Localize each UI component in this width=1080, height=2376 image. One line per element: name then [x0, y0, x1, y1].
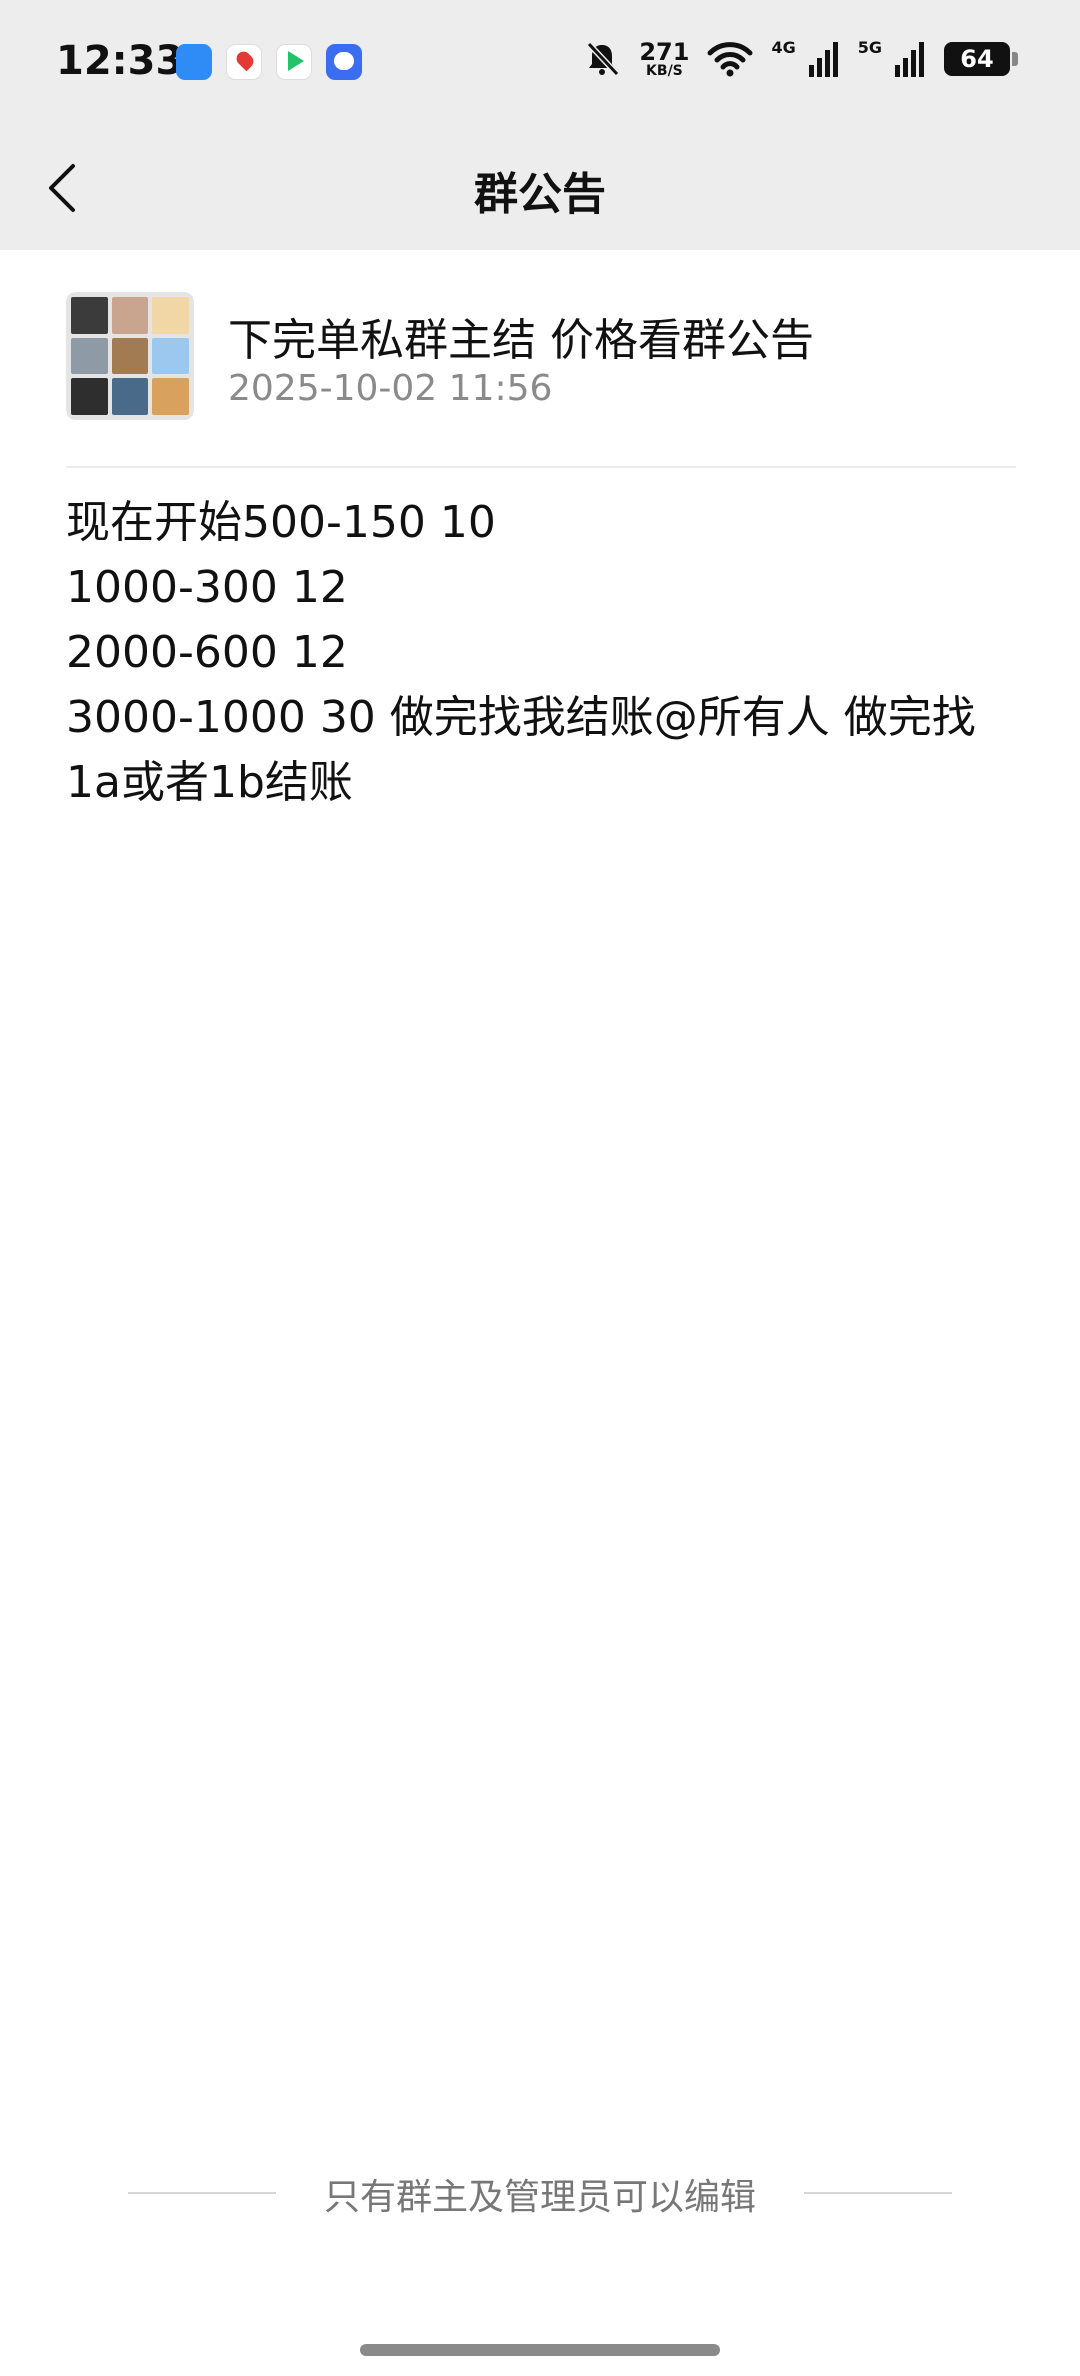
announcement-line: 2000-600 12: [66, 627, 348, 678]
mute-bell-icon: [583, 40, 621, 78]
battery-icon: 64: [944, 42, 1018, 76]
member-avatar: [111, 297, 149, 334]
battery-cap: [1012, 52, 1018, 66]
signal-icon-2: [894, 41, 926, 77]
member-avatar: [152, 297, 189, 334]
edit-permission-note: 只有群主及管理员可以编辑: [323, 2177, 756, 2218]
announcement-header: 下完单私群主结 价格看群公告 2025-10-02 11:56: [66, 292, 1016, 422]
group-avatar[interactable]: [66, 292, 194, 420]
announcement-line: 3000-1000 30 做完找我结账@所有人 做完找: [66, 692, 976, 743]
map-app-icon: [226, 44, 262, 80]
member-avatar: [152, 337, 189, 375]
announcement-timestamp: 2025-10-02 11:56: [228, 368, 553, 409]
divider: [66, 466, 1016, 468]
announcement-line: 1a或者1b结账: [66, 757, 353, 808]
signal-icon-1: [808, 41, 840, 77]
chat-app-icon: [326, 44, 362, 80]
member-avatar: [111, 337, 149, 375]
announcement-line: 1000-300 12: [66, 562, 348, 613]
home-indicator[interactable]: [360, 2344, 720, 2356]
network-speed-unit: KB/S: [646, 63, 683, 79]
network-speed-value: 271: [639, 38, 690, 66]
group-name: 下完单私群主结 价格看群公告: [228, 315, 814, 366]
network-speed: 271 KB/S: [639, 40, 689, 78]
app-notification-icon: [176, 44, 212, 80]
status-bar: 12:33 271 KB/S 4G 5G 64: [0, 0, 1080, 128]
member-avatar: [71, 378, 108, 415]
network-type-1: 4G: [771, 37, 796, 57]
notification-app-icons: [176, 44, 362, 80]
video-app-icon: [276, 44, 312, 80]
member-avatar: [71, 297, 108, 334]
network-type-2: 5G: [857, 37, 882, 57]
nav-bar: 群公告: [0, 128, 1080, 250]
wifi-icon: [707, 41, 753, 77]
footer-divider-right: [804, 2192, 952, 2194]
member-avatar: [71, 337, 108, 375]
page-title: 群公告: [474, 169, 606, 220]
status-right: 271 KB/S 4G 5G 64: [583, 37, 1018, 78]
announcement-line: 现在开始500-150 10: [66, 497, 496, 548]
status-time: 12:33: [56, 38, 184, 84]
announcement-content: 现在开始500-150 10 1000-300 12 2000-600 12 3…: [66, 490, 1016, 815]
member-avatar: [152, 378, 189, 415]
member-avatar: [111, 378, 149, 415]
battery-level: 64: [960, 45, 994, 73]
footer: 只有群主及管理员可以编辑: [0, 2168, 1080, 2218]
